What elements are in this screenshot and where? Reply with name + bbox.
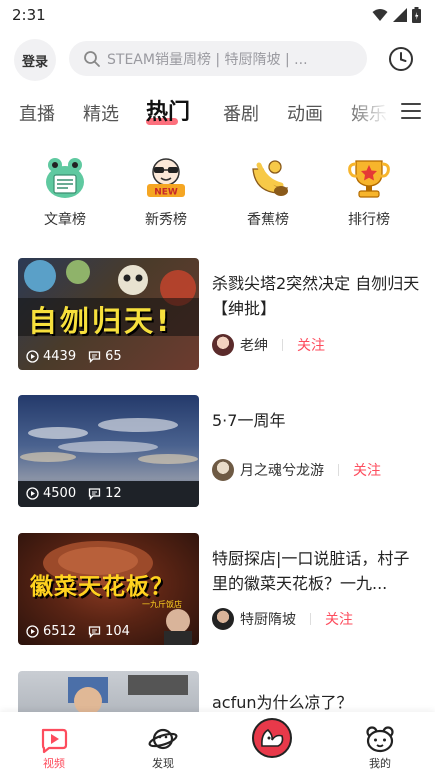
avatar[interactable] <box>212 459 234 481</box>
tab-animation[interactable]: 动画 <box>287 100 323 126</box>
bottom-navigation: 视频 发现 我的 <box>0 712 435 773</box>
category-label: 文章榜 <box>44 212 86 228</box>
play-count: 6512 <box>43 624 77 639</box>
play-count: 4500 <box>43 486 77 501</box>
comment-count: 104 <box>105 624 130 639</box>
video-thumbnail[interactable] <box>18 671 199 712</box>
thumbnail-subcaption: 一九斤饭店 <box>142 600 182 609</box>
status-icons <box>372 7 421 23</box>
nav-label: 发现 <box>152 757 174 770</box>
category-newcomer-rank[interactable]: NEW 新秀榜 <box>126 155 206 229</box>
play-count-icon <box>26 350 39 363</box>
banana-icon <box>252 160 288 196</box>
video-icon <box>41 728 68 754</box>
status-bar: 2:31 <box>0 0 435 30</box>
author-row: 老绅 关注 <box>212 334 325 356</box>
search-icon <box>84 50 100 67</box>
tab-fade <box>345 92 397 132</box>
nav-label: 视频 <box>43 757 65 770</box>
bear-face-icon <box>366 726 394 753</box>
video-thumbnail[interactable]: 自刎归天! 4439 65 <box>18 258 199 370</box>
ranking-categories: 文章榜 NEW 新秀榜 香蕉榜 排行榜 <box>0 155 435 235</box>
comment-count-icon <box>88 626 101 638</box>
follow-button[interactable]: 关注 <box>353 460 381 480</box>
video-stats: 4500 12 <box>26 486 122 501</box>
divider <box>338 464 339 476</box>
login-button[interactable]: 登录 <box>14 39 56 81</box>
signal-icon <box>393 8 407 22</box>
feed-item[interactable]: acfun为什么凉了？ <box>0 668 435 712</box>
video-thumbnail[interactable]: 4500 12 <box>18 395 199 507</box>
author-row: 月之魂兮龙游 关注 <box>212 459 381 481</box>
category-banana-rank[interactable]: 香蕉榜 <box>228 155 308 229</box>
author-name[interactable]: 特厨隋坡 <box>240 609 296 629</box>
frog-article-icon <box>46 158 84 198</box>
comment-count-icon <box>88 351 101 363</box>
new-badge-icon: NEW <box>147 158 185 198</box>
search-input[interactable]: STEAM销量周榜 | 特厨隋坡 | ... <box>69 41 367 76</box>
tab-hot[interactable]: 热门 <box>146 94 190 126</box>
tab-live[interactable]: 直播 <box>19 100 55 126</box>
nav-discover[interactable]: 发现 <box>123 712 203 771</box>
divider <box>310 613 311 625</box>
avatar[interactable] <box>212 334 234 356</box>
comment-count: 12 <box>105 486 122 501</box>
follow-button[interactable]: 关注 <box>325 609 353 629</box>
feed-item[interactable]: 徽菜天花板？ 一九斤饭店 6512 104 特厨探店|一口说脏话，村子里的徽菜天… <box>0 530 435 645</box>
feed-item[interactable]: 自刎归天! 4439 65 杀戮尖塔2突然决定 自刎归天【绅批】 老绅 关注 <box>0 255 435 370</box>
category-label: 香蕉榜 <box>247 212 289 228</box>
follow-button[interactable]: 关注 <box>297 335 325 355</box>
author-name[interactable]: 月之魂兮龙游 <box>240 460 324 480</box>
history-clock-icon[interactable] <box>388 46 414 72</box>
status-time: 2:31 <box>12 6 46 24</box>
video-title[interactable]: 5·7一周年 <box>212 408 420 433</box>
tab-featured[interactable]: 精选 <box>83 100 119 126</box>
nav-profile[interactable]: 我的 <box>340 712 420 771</box>
category-leaderboard[interactable]: 排行榜 <box>329 155 409 229</box>
svg-text:NEW: NEW <box>154 188 178 198</box>
divider <box>282 339 283 351</box>
menu-icon[interactable] <box>400 100 422 122</box>
trophy-icon <box>348 160 390 198</box>
comment-count-icon <box>88 488 101 500</box>
channel-tabs: 直播 精选 热门 番剧 动画 娱乐 <box>0 92 435 132</box>
acfun-center-icon[interactable] <box>252 718 292 758</box>
feed-item[interactable]: 4500 12 5·7一周年 月之魂兮龙游 关注 <box>0 392 435 507</box>
author-name[interactable]: 老绅 <box>240 335 268 355</box>
wifi-icon <box>372 9 388 21</box>
play-count-icon <box>26 625 39 638</box>
top-bar: 登录 STEAM销量周榜 | 特厨隋坡 | ... <box>0 38 435 81</box>
video-title[interactable]: acfun为什么凉了？ <box>212 690 420 712</box>
video-title[interactable]: 杀戮尖塔2突然决定 自刎归天【绅批】 <box>212 271 420 321</box>
author-row: 特厨隋坡 关注 <box>212 608 353 630</box>
battery-icon <box>412 7 421 23</box>
comment-count: 65 <box>105 349 122 364</box>
thumbnail-artwork <box>68 675 188 712</box>
category-article-rank[interactable]: 文章榜 <box>25 155 105 229</box>
video-title[interactable]: 特厨探店|一口说脏话，村子里的徽菜天花板？一九... <box>212 546 420 596</box>
search-placeholder: STEAM销量周榜 | 特厨隋坡 | ... <box>107 51 308 68</box>
nav-label: 我的 <box>369 757 391 770</box>
thumbnail-caption: 徽菜天花板？ <box>30 574 174 600</box>
video-stats: 6512 104 <box>26 624 130 639</box>
nav-video[interactable]: 视频 <box>14 712 94 771</box>
video-stats: 4439 65 <box>26 349 122 364</box>
play-count: 4439 <box>43 349 77 364</box>
category-label: 新秀榜 <box>145 212 187 228</box>
play-count-icon <box>26 487 39 500</box>
tab-bangumi[interactable]: 番剧 <box>223 100 259 126</box>
category-label: 排行榜 <box>348 212 390 228</box>
thumbnail-caption: 自刎归天! <box>28 304 173 338</box>
video-thumbnail[interactable]: 徽菜天花板？ 一九斤饭店 6512 104 <box>18 533 199 645</box>
avatar[interactable] <box>212 608 234 630</box>
planet-icon <box>148 728 178 750</box>
